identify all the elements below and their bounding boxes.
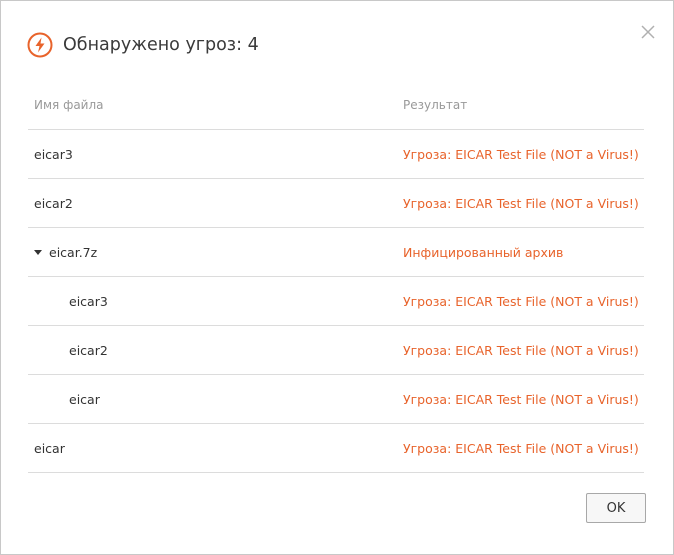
threat-result: Угроза: EICAR Test File (NOT a Virus!) — [403, 441, 639, 456]
table-row[interactable]: eicar3 Угроза: EICAR Test File (NOT a Vi… — [28, 130, 644, 179]
ok-button[interactable]: OK — [586, 493, 646, 523]
threats-dialog: Обнаружено угроз: 4 Имя файла Результат … — [0, 0, 674, 555]
archive-name-cell: eicar.7z — [34, 245, 97, 260]
table-row[interactable]: eicar Угроза: EICAR Test File (NOT a Vir… — [28, 375, 644, 424]
file-name: eicar3 — [69, 294, 108, 309]
file-name: eicar — [69, 392, 100, 407]
dialog-header: Обнаружено угроз: 4 — [27, 32, 259, 58]
threat-result: Инфицированный архив — [403, 245, 564, 260]
threat-result: Угроза: EICAR Test File (NOT a Virus!) — [403, 294, 639, 309]
threat-result: Угроза: EICAR Test File (NOT a Virus!) — [403, 343, 639, 358]
close-icon[interactable] — [640, 24, 656, 40]
file-name: eicar3 — [34, 147, 73, 162]
threat-result: Угроза: EICAR Test File (NOT a Virus!) — [403, 392, 639, 407]
dialog-title: Обнаружено угроз: 4 — [63, 35, 259, 55]
table-row[interactable]: eicar.7z Инфицированный архив — [28, 228, 644, 277]
file-name: eicar2 — [34, 196, 73, 211]
file-name: eicar.7z — [49, 245, 98, 260]
column-header-name: Имя файла — [34, 98, 104, 112]
file-name: eicar — [34, 441, 65, 456]
chevron-down-icon[interactable] — [34, 250, 42, 255]
lightning-bolt-icon — [27, 32, 53, 58]
threat-result: Угроза: EICAR Test File (NOT a Virus!) — [403, 196, 639, 211]
table-row[interactable]: eicar2 Угроза: EICAR Test File (NOT a Vi… — [28, 179, 644, 228]
column-header-result: Результат — [403, 98, 468, 112]
table-header: Имя файла Результат — [28, 81, 644, 130]
table-row[interactable]: eicar Угроза: EICAR Test File (NOT a Vir… — [28, 424, 644, 473]
threat-result: Угроза: EICAR Test File (NOT a Virus!) — [403, 147, 639, 162]
table-row[interactable]: eicar2 Угроза: EICAR Test File (NOT a Vi… — [28, 326, 644, 375]
threats-table: Имя файла Результат eicar3 Угроза: EICAR… — [28, 81, 644, 473]
file-name: eicar2 — [69, 343, 108, 358]
table-row[interactable]: eicar3 Угроза: EICAR Test File (NOT a Vi… — [28, 277, 644, 326]
